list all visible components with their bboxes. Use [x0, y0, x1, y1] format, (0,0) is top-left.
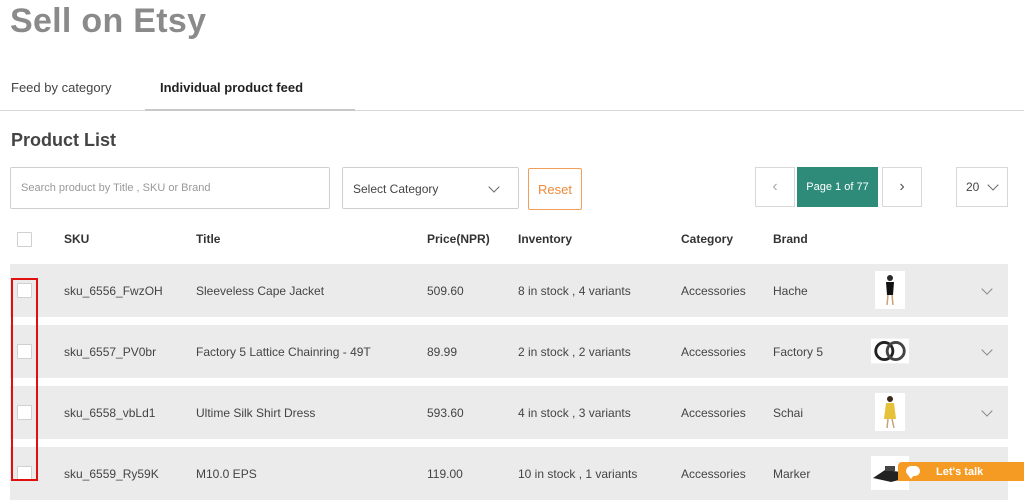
active-tab-indicator	[145, 109, 355, 111]
chat-label: Let's talk	[936, 466, 984, 478]
table-row[interactable]: sku_6558_vbLd1 Ultime Silk Shirt Dress 5…	[10, 386, 1008, 439]
row-checkbox[interactable]	[17, 466, 32, 481]
category-select[interactable]: Select Category	[342, 167, 519, 209]
cell-price: 593.60	[427, 406, 464, 420]
chevron-left-icon: ‹	[772, 178, 778, 195]
cell-brand: Factory 5	[773, 345, 824, 359]
cell-category: Accessories	[681, 467, 746, 481]
tab-bar: Feed by category Individual product feed	[0, 70, 1024, 111]
cell-sku: sku_6558_vbLd1	[64, 406, 156, 420]
cell-category: Accessories	[681, 284, 746, 298]
section-title: Product List	[11, 130, 117, 150]
cell-title: Sleeveless Cape Jacket	[196, 284, 325, 298]
table-row[interactable]: sku_6557_PV0br Factory 5 Lattice Chainri…	[10, 325, 1008, 378]
product-thumbnail	[871, 393, 909, 431]
search-input[interactable]	[10, 167, 330, 209]
expand-row-chevron-icon[interactable]	[981, 283, 993, 295]
expand-row-chevron-icon[interactable]	[981, 405, 993, 417]
product-thumbnail	[871, 332, 909, 370]
header-category: Category	[681, 232, 734, 246]
cell-title: M10.0 EPS	[196, 467, 257, 481]
tab-feed-by-category[interactable]: Feed by category	[11, 80, 111, 95]
cell-brand: Marker	[773, 467, 811, 481]
tab-individual-product-feed[interactable]: Individual product feed	[160, 80, 303, 95]
expand-row-chevron-icon[interactable]	[981, 344, 993, 356]
table-header: SKU Title Price(NPR) Inventory Category …	[0, 224, 1024, 254]
header-title: Title	[196, 232, 221, 246]
cell-sku: sku_6559_Ry59K	[64, 467, 159, 481]
cell-title: Ultime Silk Shirt Dress	[196, 406, 316, 420]
row-checkbox[interactable]	[17, 344, 32, 359]
cell-brand: Schai	[773, 406, 804, 420]
cell-title: Factory 5 Lattice Chainring - 49T	[196, 345, 371, 359]
cell-sku: sku_6557_PV0br	[64, 345, 157, 359]
product-thumbnail	[871, 271, 909, 309]
cell-category: Accessories	[681, 345, 746, 359]
per-page-select[interactable]: 20	[956, 167, 1008, 207]
per-page-value: 20	[966, 180, 980, 194]
select-all-checkbox[interactable]	[17, 232, 32, 247]
cell-inventory: 10 in stock , 1 variants	[518, 467, 638, 481]
page-title: Sell on Etsy	[10, 2, 207, 40]
table-row[interactable]: sku_6556_FwzOH Sleeveless Cape Jacket 50…	[10, 264, 1008, 317]
table-row[interactable]: sku_6559_Ry59K M10.0 EPS 119.00 10 in st…	[10, 447, 1008, 500]
header-sku: SKU	[64, 232, 90, 246]
chat-bubble-icon	[906, 466, 920, 479]
cell-sku: sku_6556_FwzOH	[64, 284, 163, 298]
header-price: Price(NPR)	[427, 232, 490, 246]
cell-price: 509.60	[427, 284, 464, 298]
header-brand: Brand	[773, 232, 808, 246]
header-inventory: Inventory	[518, 232, 573, 246]
chevron-right-icon: ›	[899, 178, 905, 195]
category-select-label: Select Category	[353, 182, 439, 196]
reset-button[interactable]: Reset	[528, 168, 582, 210]
cell-inventory: 2 in stock , 2 variants	[518, 345, 631, 359]
cell-inventory: 8 in stock , 4 variants	[518, 284, 631, 298]
cell-brand: Hache	[773, 284, 808, 298]
row-checkbox[interactable]	[17, 283, 32, 298]
cell-price: 89.99	[427, 345, 458, 359]
row-checkbox[interactable]	[17, 405, 32, 420]
chevron-down-icon	[987, 179, 999, 191]
next-page-button[interactable]: ›	[882, 167, 922, 207]
chat-widget-button[interactable]: Let's talk	[898, 462, 1024, 481]
page-indicator: Page 1 of 77	[797, 167, 878, 207]
cell-category: Accessories	[681, 406, 746, 420]
cell-inventory: 4 in stock , 3 variants	[518, 406, 631, 420]
prev-page-button[interactable]: ‹	[755, 167, 795, 207]
chevron-down-icon	[488, 181, 500, 193]
cell-price: 119.00	[427, 467, 463, 481]
